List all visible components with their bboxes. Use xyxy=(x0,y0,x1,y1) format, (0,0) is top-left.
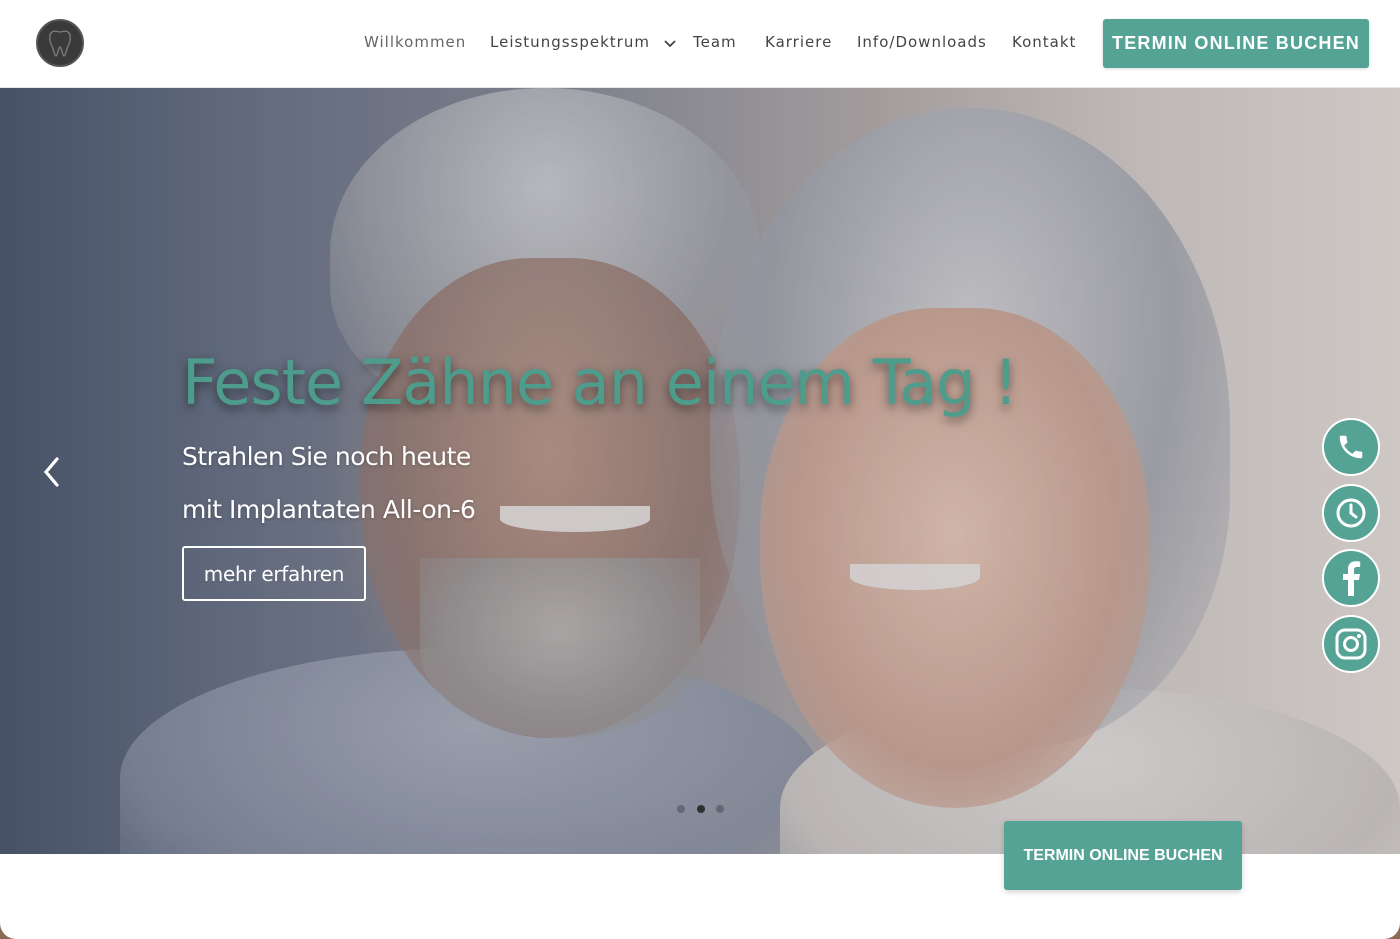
slider-dot-2[interactable] xyxy=(697,805,705,813)
tooth-logo-icon xyxy=(49,30,71,57)
nav-label: Leistungsspektrum xyxy=(490,33,650,51)
chevron-down-icon xyxy=(664,34,676,52)
nav-willkommen[interactable]: Willkommen xyxy=(364,33,466,51)
clock-icon xyxy=(1336,498,1366,528)
nav-team[interactable]: Team xyxy=(693,33,737,51)
nav-kontakt[interactable]: Kontakt xyxy=(1012,33,1076,51)
nav-label: Kontakt xyxy=(1012,33,1077,51)
facebook-icon xyxy=(1343,561,1361,596)
instagram-icon xyxy=(1335,628,1367,660)
book-appointment-button[interactable]: TERMIN ONLINE BUCHEN xyxy=(1103,19,1369,68)
opening-hours-button[interactable] xyxy=(1322,484,1380,542)
nav-info-downloads[interactable]: Info/Downloads xyxy=(857,33,987,51)
learn-more-button[interactable]: mehr erfahren xyxy=(182,546,366,601)
hero-subtitle-line2: mit Implantaten All-on-6 xyxy=(182,495,476,524)
logo[interactable] xyxy=(36,19,84,67)
hero-slider: Feste Zähne an einem Tag ! Strahlen Sie … xyxy=(0,88,1400,854)
nav-leistungsspektrum[interactable]: Leistungsspektrum xyxy=(490,33,676,52)
hero-subtitle-line1: Strahlen Sie noch heute xyxy=(182,442,471,471)
slider-dot-1[interactable] xyxy=(677,805,685,813)
nav-label: Team xyxy=(693,33,737,51)
nav-label: Willkommen xyxy=(364,33,467,51)
chevron-left-icon xyxy=(43,457,59,487)
slider-prev-arrow[interactable] xyxy=(36,455,66,489)
facebook-button[interactable] xyxy=(1322,549,1380,607)
site-header: Willkommen Leistungsspektrum Team Karrie… xyxy=(0,0,1400,88)
nav-karriere[interactable]: Karriere xyxy=(765,33,832,51)
nav-label: Info/Downloads xyxy=(857,33,987,51)
phone-button[interactable] xyxy=(1322,418,1380,476)
hero-title: Feste Zähne an einem Tag ! xyxy=(182,346,1018,419)
page: Willkommen Leistungsspektrum Team Karrie… xyxy=(0,0,1400,939)
phone-icon xyxy=(1339,435,1363,459)
floating-book-appointment-button[interactable]: TERMIN ONLINE BUCHEN xyxy=(1004,821,1242,890)
instagram-button[interactable] xyxy=(1322,615,1380,673)
slider-dot-3[interactable] xyxy=(716,805,724,813)
hero-overlay xyxy=(0,88,1400,854)
nav-label: Karriere xyxy=(765,33,833,51)
